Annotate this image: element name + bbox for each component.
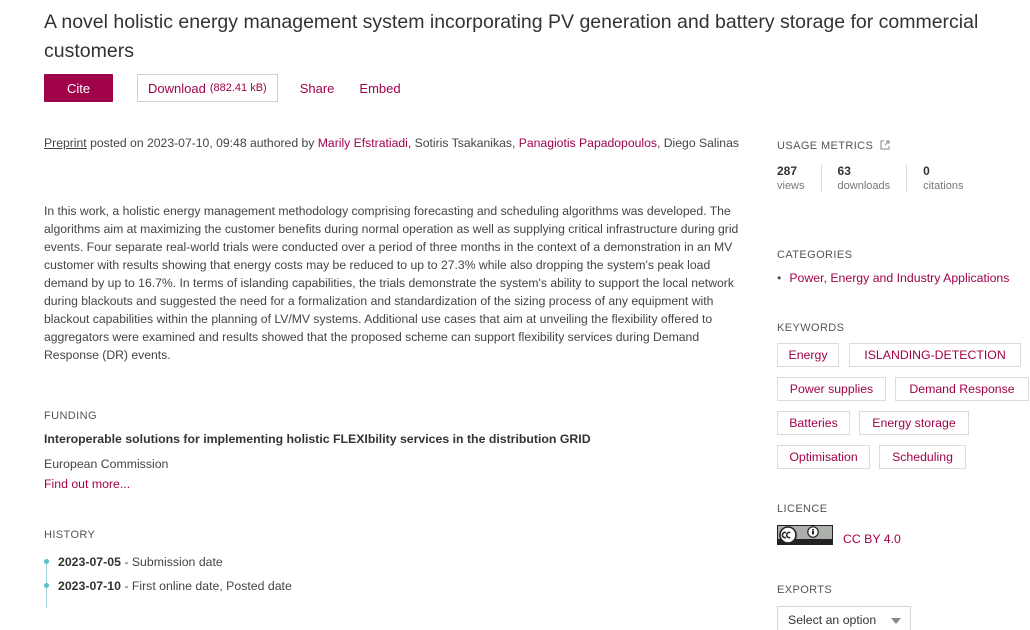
item-type-link[interactable]: Preprint	[44, 136, 87, 150]
chevron-down-icon	[891, 618, 901, 624]
bullet-icon: •	[777, 271, 782, 285]
category-label: Power, Energy and Industry Applications	[789, 271, 1010, 285]
action-bar: Cite Download (882.41 kB) Share Embed	[44, 74, 401, 102]
author-link-3[interactable]: Panagiotis Papadopoulos	[519, 136, 657, 150]
metric-label: views	[777, 180, 805, 192]
keyword-tag[interactable]: Batteries	[777, 411, 850, 435]
metric-views: 287 views	[777, 164, 822, 193]
exports-select[interactable]: Select an option	[777, 606, 911, 630]
embed-link[interactable]: Embed	[359, 81, 400, 96]
download-button[interactable]: Download (882.41 kB)	[137, 74, 278, 102]
licence-heading: LICENCE	[777, 503, 828, 515]
usage-metrics-label: USAGE METRICS	[777, 140, 874, 152]
keyword-tag[interactable]: Scheduling	[879, 445, 966, 469]
history-item: 2023-07-10 - First online date, Posted d…	[44, 576, 292, 600]
download-size: (882.41 kB)	[209, 82, 267, 94]
funding-org: European Commission	[44, 457, 169, 471]
abstract: In this work, a holistic energy manageme…	[44, 204, 739, 362]
metric-value: 287	[777, 164, 798, 178]
timeline-dot-icon	[44, 583, 49, 588]
author-4: Diego Salinas	[663, 136, 739, 150]
author-2: Sotiris Tsakanikas	[414, 136, 512, 150]
metric-downloads: 63 downloads	[838, 164, 908, 193]
exports-select-value: Select an option	[788, 613, 877, 627]
category-item[interactable]: • Power, Energy and Industry Applications	[777, 271, 1009, 285]
keyword-tag[interactable]: ISLANDING-DETECTION	[849, 343, 1021, 367]
history-date: 2023-07-10	[58, 579, 121, 593]
metric-value: 0	[923, 164, 930, 178]
history-list: 2023-07-05 - Submission date 2023-07-10 …	[44, 552, 292, 608]
history-label: - Submission date	[120, 555, 223, 569]
history-item: 2023-07-05 - Submission date	[44, 552, 292, 576]
find-out-more-link[interactable]: Find out more...	[44, 477, 130, 491]
author-link-1[interactable]: Marily Efstratiadi	[318, 136, 408, 150]
timeline-dot-icon	[44, 559, 49, 564]
keyword-tag[interactable]: Energy storage	[859, 411, 969, 435]
author-separator: ,	[656, 136, 664, 150]
cc-by-badge-icon	[777, 525, 833, 545]
keyword-tag[interactable]: Demand Response	[895, 377, 1029, 401]
funding-title: Interoperable solutions for implementing…	[44, 432, 591, 446]
metric-citations: 0 citations	[923, 164, 979, 193]
history-label: - First online date, Posted date	[120, 579, 292, 593]
licence-link[interactable]: CC BY 4.0	[843, 532, 901, 546]
usage-metrics: 287 views 63 downloads 0 citations	[777, 164, 995, 193]
funding-heading: FUNDING	[44, 410, 97, 422]
exports-heading: EXPORTS	[777, 584, 833, 596]
keyword-tag[interactable]: Power supplies	[777, 377, 886, 401]
usage-metrics-heading[interactable]: USAGE METRICS	[777, 140, 890, 152]
metric-label: citations	[923, 180, 964, 192]
metric-label: downloads	[837, 180, 891, 192]
cite-button[interactable]: Cite	[44, 74, 113, 102]
author-separator: ,	[511, 136, 519, 150]
external-link-icon	[880, 140, 890, 150]
posted-text: posted on 2023-07-10, 09:48 authored by	[86, 136, 318, 150]
history-date: 2023-07-05	[58, 555, 121, 569]
keywords-heading: KEYWORDS	[777, 322, 845, 334]
keyword-tag[interactable]: Energy	[777, 343, 839, 367]
posted-info: Preprint posted on 2023-07-10, 09:48 aut…	[44, 134, 744, 152]
page-title: A novel holistic energy management syste…	[44, 11, 979, 62]
categories-heading: CATEGORIES	[777, 249, 853, 261]
metric-value: 63	[837, 164, 851, 178]
keyword-tag[interactable]: Optimisation	[777, 445, 870, 469]
item-page: A novel holistic energy management syste…	[0, 0, 1030, 630]
author-separator: ,	[407, 136, 415, 150]
history-heading: HISTORY	[44, 529, 96, 541]
share-link[interactable]: Share	[300, 81, 335, 96]
download-label: Download	[148, 80, 206, 96]
